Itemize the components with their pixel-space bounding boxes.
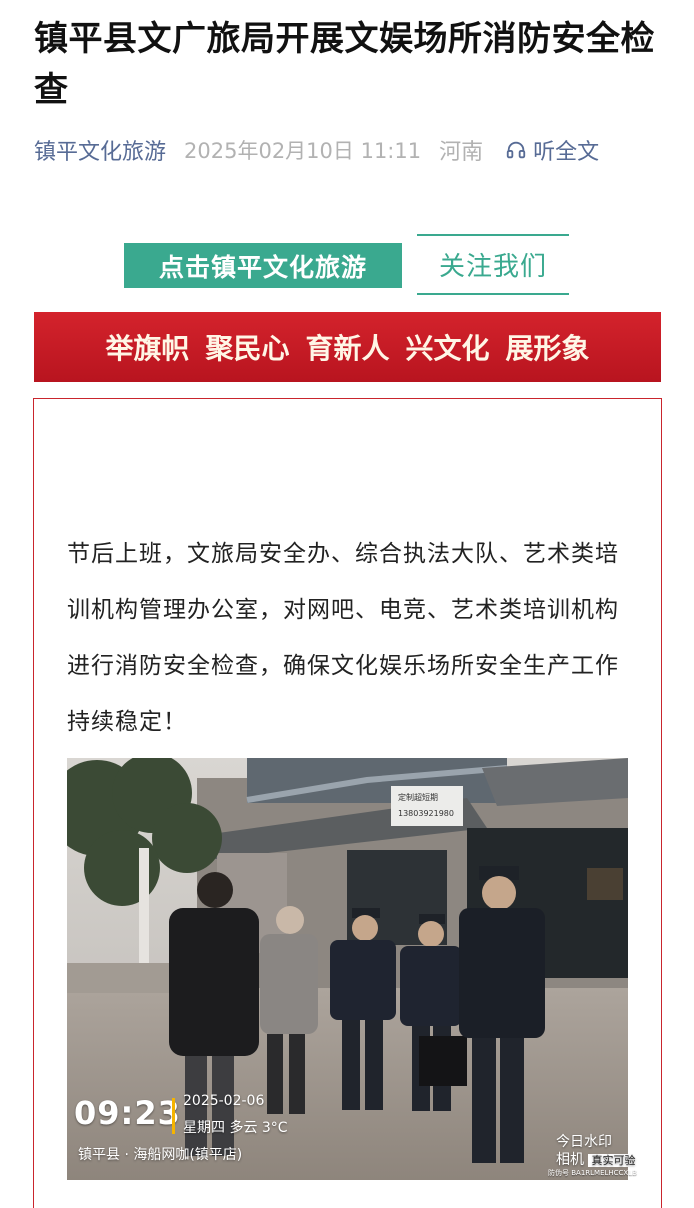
- follow-account-button[interactable]: 点击镇平文化旅游: [124, 243, 402, 288]
- headphones-icon: [506, 141, 526, 159]
- slogan-banner: 举旗帜 聚民心 育新人 兴文化 展形象: [34, 312, 661, 382]
- watermark-date: 2025-02-06: [183, 1093, 265, 1109]
- account-name-link[interactable]: 镇平文化旅游: [34, 134, 166, 166]
- publish-time: 2025年02月10日 11:11: [184, 139, 422, 163]
- watermark-app-sub: 相机: [556, 1152, 584, 1168]
- follow-us-label[interactable]: 关注我们: [417, 234, 569, 295]
- publish-region: 河南: [439, 140, 484, 165]
- article-title: 镇平县文广旅局开展文娱场所消防安全检查: [34, 19, 655, 110]
- watermark-verified-badge: 真实可验: [588, 1154, 639, 1167]
- banner-phrase: 育新人: [305, 332, 390, 365]
- svg-text:13803921980: 13803921980: [398, 809, 454, 818]
- banner-phrase: 兴文化: [405, 332, 490, 365]
- listen-button[interactable]: 听全文: [505, 134, 599, 166]
- article-meta: 镇平文化旅游 2025年02月10日 11:11 河南 听全文: [34, 132, 599, 168]
- shop-sign-text: 定制超短期: [398, 792, 438, 802]
- watermark-app-name: 今日水印: [556, 1134, 612, 1150]
- watermark-weather: 星期四 多云 3°C: [183, 1120, 288, 1136]
- article-body-text: 节后上班，文旅局安全办、综合执法大队、艺术类培训机构管理办公室，对网吧、电竞、艺…: [67, 541, 619, 735]
- banner-phrase: 展形象: [505, 332, 590, 365]
- listen-label: 听全文: [533, 140, 600, 165]
- watermark-app-logo: 今日水印 相机 真实可验: [556, 1133, 639, 1170]
- banner-phrase: 聚民心: [205, 332, 290, 365]
- watermark-time: 09:23: [74, 1094, 181, 1132]
- banner-phrase: 举旗帜: [105, 332, 190, 365]
- watermark-location: 镇平县 · 海船网咖(镇平店): [78, 1147, 243, 1163]
- watermark-code: 防伪号 BA1RLMELHCCXLB: [548, 1169, 637, 1177]
- watermark-divider: [172, 1098, 175, 1134]
